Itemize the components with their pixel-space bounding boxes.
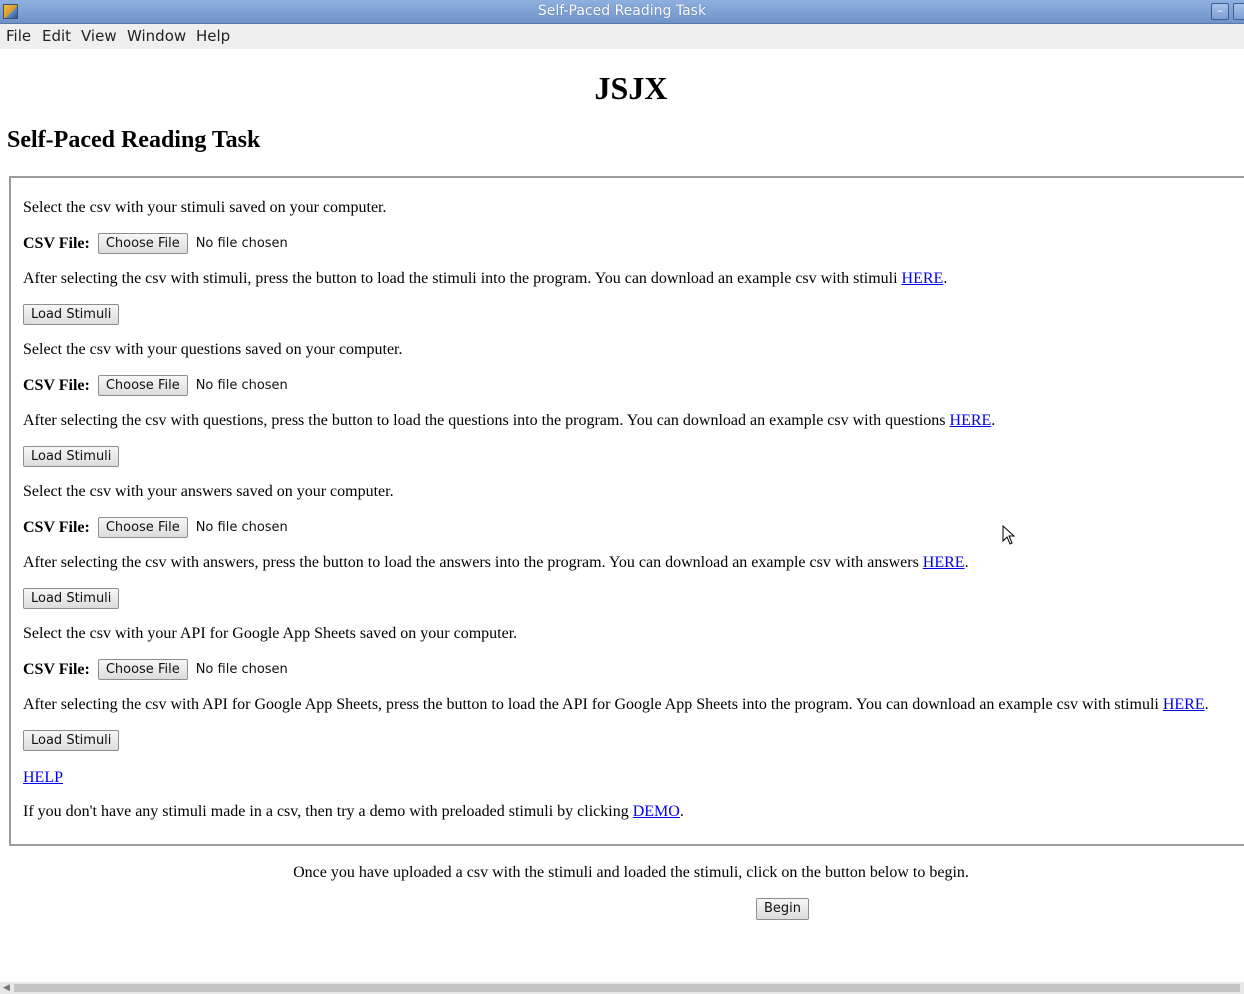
stimuli-file-field: CSV File: Choose File No file chosen	[23, 233, 288, 254]
stimuli-choose-file-button[interactable]: Choose File	[97, 233, 188, 254]
begin-instruction: Once you have uploaded a csv with the st…	[293, 864, 969, 881]
window-titlebar: Self-Paced Reading Task –	[0, 0, 1244, 24]
stimuli-after-text-body: After selecting the csv with stimuli, pr…	[23, 270, 902, 287]
app-heading: JSJX	[594, 70, 668, 106]
stimuli-select-text: Select the csv with your stimuli saved o…	[23, 199, 387, 216]
period: .	[1204, 696, 1209, 713]
menu-edit[interactable]: Edit	[42, 27, 71, 45]
period: .	[991, 412, 996, 429]
load-answers-button[interactable]: Load Stimuli	[23, 588, 120, 609]
api-choose-file-button[interactable]: Choose File	[97, 659, 188, 680]
csv-file-label: CSV File:	[23, 660, 90, 678]
menu-file[interactable]: File	[6, 27, 31, 45]
minimize-button[interactable]: –	[1211, 3, 1229, 20]
stimuli-after-text: After selecting the csv with stimuli, pr…	[23, 270, 947, 288]
load-questions-button[interactable]: Load Stimuli	[23, 446, 120, 467]
demo-text: If you don't have any stimuli made in a …	[23, 803, 684, 821]
questions-after-text: After selecting the csv with questions, …	[23, 412, 995, 430]
api-after-text: After selecting the csv with API for Goo…	[23, 696, 1209, 714]
questions-file-field: CSV File: Choose File No file chosen	[23, 375, 288, 396]
begin-button[interactable]: Begin	[756, 898, 810, 920]
answers-choose-file-button[interactable]: Choose File	[97, 517, 188, 538]
csv-file-label: CSV File:	[23, 376, 90, 394]
help-link[interactable]: HELP	[23, 769, 63, 786]
period: .	[943, 270, 948, 287]
api-select-text: Select the csv with your API for Google …	[23, 625, 518, 642]
csv-file-label: CSV File:	[23, 234, 90, 252]
scrollbar-thumb[interactable]	[14, 984, 1240, 992]
horizontal-scrollbar[interactable]: ◀	[0, 982, 1244, 994]
scroll-left-icon[interactable]: ◀	[3, 983, 10, 993]
maximize-button[interactable]	[1233, 3, 1244, 20]
stimuli-example-link[interactable]: HERE	[902, 270, 944, 287]
questions-choose-file-button[interactable]: Choose File	[97, 375, 188, 396]
menu-bar: File Edit View Window Help	[0, 24, 1244, 49]
answers-after-text-body: After selecting the csv with answers, pr…	[23, 554, 923, 571]
questions-file-status: No file chosen	[195, 378, 288, 393]
load-stimuli-button[interactable]: Load Stimuli	[23, 304, 120, 325]
csv-file-label: CSV File:	[23, 518, 90, 536]
answers-select-text: Select the csv with your answers saved o…	[23, 483, 394, 500]
questions-after-text-body: After selecting the csv with questions, …	[23, 412, 950, 429]
menu-view[interactable]: View	[81, 27, 117, 45]
page-title: Self-Paced Reading Task	[7, 127, 261, 153]
api-after-text-body: After selecting the csv with API for Goo…	[23, 696, 1163, 713]
api-file-field: CSV File: Choose File No file chosen	[23, 659, 288, 680]
answers-after-text: After selecting the csv with answers, pr…	[23, 554, 969, 572]
load-api-button[interactable]: Load Stimuli	[23, 730, 120, 751]
help-row: HELP	[23, 769, 63, 787]
stimuli-file-status: No file chosen	[195, 236, 288, 251]
questions-select-text: Select the csv with your questions saved…	[23, 341, 403, 358]
api-example-link[interactable]: HERE	[1163, 696, 1205, 713]
demo-text-body: If you don't have any stimuli made in a …	[23, 803, 633, 820]
menu-window[interactable]: Window	[127, 27, 186, 45]
api-file-status: No file chosen	[195, 662, 288, 677]
mouse-cursor-icon	[1002, 525, 1016, 545]
answers-file-status: No file chosen	[195, 520, 288, 535]
period: .	[679, 803, 684, 820]
answers-file-field: CSV File: Choose File No file chosen	[23, 517, 288, 538]
demo-link[interactable]: DEMO	[633, 803, 680, 820]
window-title: Self-Paced Reading Task	[537, 3, 707, 19]
answers-example-link[interactable]: HERE	[923, 554, 965, 571]
menu-help[interactable]: Help	[196, 27, 230, 45]
period: .	[964, 554, 969, 571]
questions-example-link[interactable]: HERE	[950, 412, 992, 429]
